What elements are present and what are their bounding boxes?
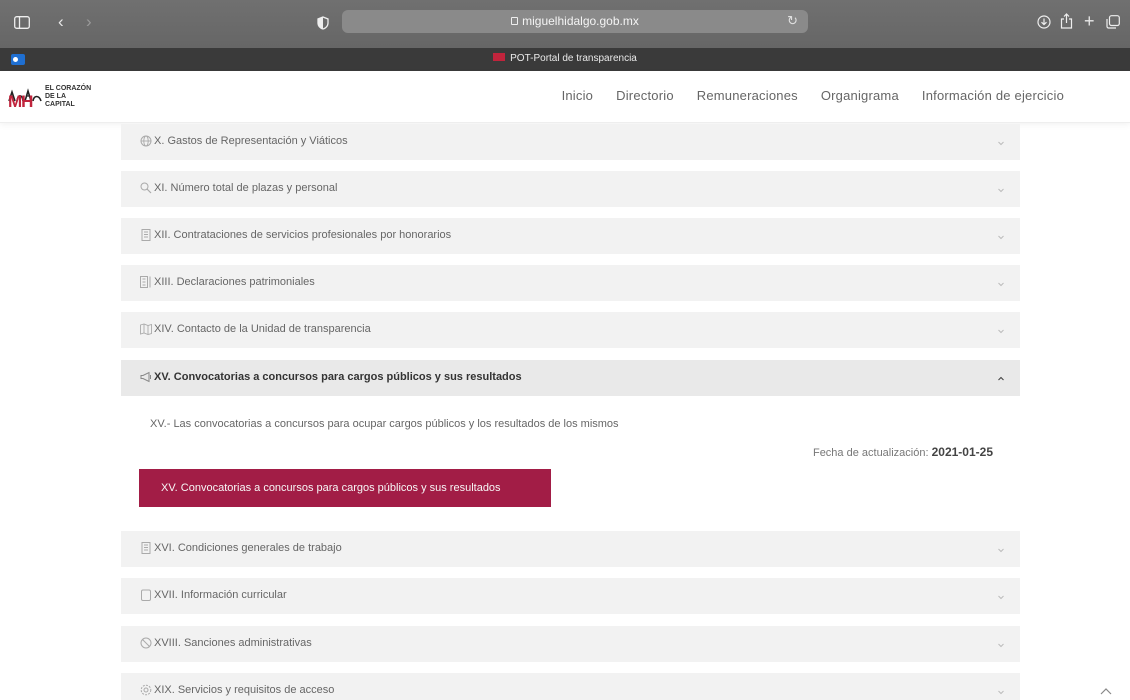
nav-informacion-de-ejercicio[interactable]: Información de ejercicio (922, 88, 1064, 103)
share-icon[interactable] (1060, 13, 1073, 29)
chevron-down-icon (996, 135, 1006, 146)
accordion-item-xi[interactable]: XI. Número total de plazas y personal (121, 171, 1020, 207)
chevron-down-icon (996, 637, 1006, 648)
back-to-top-icon[interactable] (1099, 683, 1113, 695)
accordion-label: XIX. Servicios y requisitos de acceso (154, 684, 335, 696)
accordion-label: XII. Contrataciones de servicios profesi… (154, 229, 452, 241)
accordion-label: XVII. Información curricular (154, 589, 287, 601)
accordion-item-xii[interactable]: XII. Contrataciones de servicios profesi… (121, 218, 1020, 254)
update-date-value: 2021-01-25 (931, 445, 993, 459)
accordion-item-xix[interactable]: XIX. Servicios y requisitos de acceso (121, 673, 1020, 700)
accordion-label: XIV. Contacto de la Unidad de transparen… (154, 323, 371, 335)
sidebar-toggle-icon[interactable] (14, 16, 30, 29)
accordion-item-xiii[interactable]: XIII. Declaraciones patrimoniales (121, 265, 1020, 301)
main-nav: Inicio Directorio Remuneraciones Organig… (539, 88, 1064, 103)
convocatorias-button[interactable]: XV. Convocatorias a concursos para cargo… (139, 469, 551, 507)
forward-icon[interactable]: › (86, 13, 92, 30)
folder-icon (140, 589, 152, 601)
panel-description: XV.- Las convocatorias a concursos para … (150, 418, 619, 430)
megaphone-icon (140, 371, 152, 383)
update-date: Fecha de actualización: 2021-01-25 (813, 445, 993, 459)
outlook-icon[interactable] (11, 54, 25, 65)
prohibited-icon (140, 637, 152, 649)
logo-line-1: EL CORAZÓN (45, 85, 92, 92)
accordion-label: XV. Convocatorias a concursos para cargo… (154, 371, 522, 383)
accordion-label: XIII. Declaraciones patrimoniales (154, 276, 315, 288)
chevron-down-icon (996, 542, 1006, 553)
nav-remuneraciones[interactable]: Remuneraciones (697, 88, 798, 103)
nav-inicio[interactable]: Inicio (562, 88, 594, 103)
magnifier-icon (140, 182, 152, 194)
accordion-item-xv[interactable]: XV. Convocatorias a concursos para cargo… (121, 360, 1020, 396)
map-icon (140, 323, 152, 335)
chevron-down-icon (996, 229, 1006, 240)
chevron-up-icon (996, 371, 1006, 381)
chevron-down-icon (996, 276, 1006, 287)
logo-line-2: DE LA (45, 93, 66, 100)
url-text: miguelhidalgo.gob.mx (342, 14, 808, 28)
url-value: miguelhidalgo.gob.mx (522, 14, 639, 28)
site-favicon-icon (493, 53, 506, 61)
reload-icon[interactable]: ↻ (787, 13, 798, 29)
tab-title: POT-Portal de transparencia (510, 53, 637, 64)
nav-directorio[interactable]: Directorio (616, 88, 674, 103)
tab-overview-icon[interactable] (1106, 15, 1120, 29)
privacy-shield-icon[interactable] (317, 16, 329, 30)
address-bar[interactable]: miguelhidalgo.gob.mx ↻ (342, 10, 808, 33)
accordion-label: XVI. Condiciones generales de trabajo (154, 542, 342, 554)
active-tab[interactable]: POT-Portal de transparencia (0, 53, 1130, 64)
chevron-down-icon (996, 182, 1006, 193)
logo-line-3: CAPITAL (45, 101, 75, 108)
document-icon (140, 229, 152, 241)
document-icon (140, 542, 152, 554)
cabinet-icon (140, 276, 152, 288)
tab-bar: POT-Portal de transparencia (0, 48, 1130, 71)
site-header: MH EL CORAZÓN DE LA CAPITAL Inicio Direc… (0, 71, 1130, 123)
accordion-item-x[interactable]: X. Gastos de Representación y Viáticos (121, 124, 1020, 160)
chevron-down-icon (996, 323, 1006, 334)
globe-icon (140, 135, 152, 147)
update-date-label: Fecha de actualización: (812, 447, 929, 459)
accordion-item-xviii[interactable]: XVIII. Sanciones administrativas (121, 626, 1020, 662)
chevron-down-icon (996, 589, 1006, 600)
nav-organigrama[interactable]: Organigrama (821, 88, 899, 103)
back-icon[interactable]: ‹ (58, 13, 64, 30)
download-icon[interactable] (1037, 15, 1051, 29)
accordion-label: X. Gastos de Representación y Viáticos (154, 135, 348, 147)
accordion-item-xvii[interactable]: XVII. Información curricular (121, 578, 1020, 614)
logo-monogram: MH (8, 92, 33, 111)
new-tab-icon[interactable]: + (1084, 12, 1095, 30)
accordion-item-xvi[interactable]: XVI. Condiciones generales de trabajo (121, 531, 1020, 567)
gear-icon (140, 684, 152, 696)
lock-icon (511, 17, 519, 25)
accordion-label: XVIII. Sanciones administrativas (154, 637, 312, 649)
accordion-item-xiv[interactable]: XIV. Contacto de la Unidad de transparen… (121, 312, 1020, 348)
site-logo[interactable]: MH EL CORAZÓN DE LA CAPITAL (8, 81, 118, 113)
accordion-label: XI. Número total de plazas y personal (154, 182, 338, 194)
logo-text: EL CORAZÓN DE LA CAPITAL (45, 85, 91, 109)
chevron-down-icon (996, 684, 1006, 695)
browser-toolbar: ‹ › miguelhidalgo.gob.mx ↻ + (0, 0, 1130, 48)
